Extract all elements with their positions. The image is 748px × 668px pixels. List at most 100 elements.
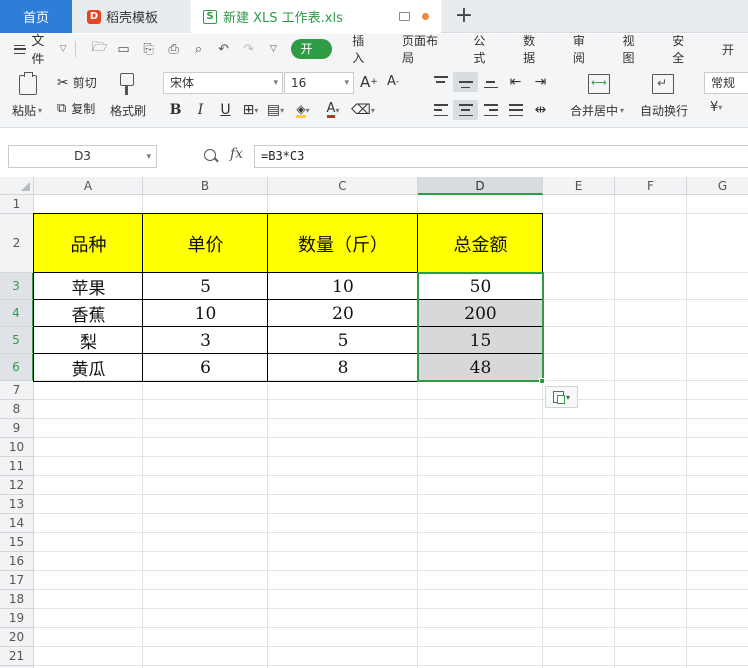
row-header[interactable]: 15 (0, 533, 34, 552)
tab-template[interactable]: D 稻壳模板 (73, 0, 189, 33)
file-menu[interactable]: 文件 ▽ (31, 30, 66, 68)
save-icon[interactable]: ▭ (117, 42, 131, 57)
align-bottom-icon[interactable] (478, 72, 503, 92)
auto-wrap-button[interactable]: 自动换行 (640, 102, 688, 119)
autofill-options-button[interactable]: ▾ (545, 386, 578, 408)
export-pdf-icon[interactable]: ⎘ (142, 42, 156, 57)
increase-font-icon[interactable]: A + (360, 73, 378, 91)
table-header-cell[interactable]: 数量（斤） (268, 214, 418, 273)
row-header[interactable]: 17 (0, 571, 34, 590)
table-cell[interactable]: 5 (268, 327, 418, 354)
copy-button[interactable]: ⧉ 复制 (57, 100, 95, 117)
column-header-c[interactable]: C (268, 177, 418, 195)
column-header-d[interactable]: D (418, 177, 543, 195)
monitor-icon[interactable] (399, 12, 410, 21)
formula-input[interactable]: =B3*C3 (254, 145, 748, 168)
distributed-align-icon[interactable]: ⇹ (528, 100, 553, 120)
name-box[interactable]: D3 ▾ (8, 145, 157, 168)
table-cell[interactable]: 48 (418, 354, 543, 381)
cut-button[interactable]: ✂ 剪切 (57, 74, 97, 91)
table-header-cell[interactable]: 品种 (34, 214, 143, 273)
merge-center-icon[interactable] (588, 74, 610, 94)
table-cell[interactable]: 梨 (34, 327, 143, 354)
align-left-icon[interactable] (428, 100, 453, 120)
italic-icon[interactable]: I (188, 100, 213, 120)
column-header-b[interactable]: B (143, 177, 268, 195)
tab-home[interactable]: 首页 (0, 0, 72, 33)
merge-center-button[interactable]: 合并居中 ▾ (570, 102, 624, 119)
table-cell[interactable]: 10 (143, 300, 268, 327)
row-header[interactable]: 10 (0, 438, 34, 457)
row-header[interactable]: 19 (0, 609, 34, 628)
underline-icon[interactable]: U (213, 100, 238, 120)
border-icon[interactable]: ⊞ ▾ (238, 100, 263, 120)
row-header[interactable]: 2 (0, 214, 34, 273)
row-header[interactable]: 20 (0, 628, 34, 647)
hamburger-icon[interactable] (14, 44, 27, 54)
tab-file[interactable]: S 新建 XLS 工作表.xls (191, 0, 441, 33)
print-icon[interactable]: ⎙ (167, 42, 181, 57)
row-header[interactable]: 16 (0, 552, 34, 571)
active-cell[interactable]: 50 (418, 273, 543, 300)
row-header[interactable]: 4 (0, 300, 34, 327)
table-header-cell[interactable]: 总金额 (418, 214, 543, 273)
decrease-font-icon[interactable]: A- (387, 74, 399, 89)
row-header[interactable]: 11 (0, 457, 34, 476)
fill-handle[interactable] (539, 378, 545, 384)
justify-icon[interactable] (503, 100, 528, 120)
tab-view[interactable]: 视图 (609, 32, 659, 66)
zoom-icon[interactable] (204, 149, 216, 161)
open-folder-icon[interactable]: 🗁 (92, 38, 108, 60)
row-header[interactable]: 14 (0, 514, 34, 533)
auto-wrap-icon[interactable] (652, 74, 674, 94)
number-format-select[interactable]: 常规 (704, 72, 748, 94)
column-header-g[interactable]: G (687, 177, 748, 195)
table-cell[interactable]: 10 (268, 273, 418, 300)
table-cell[interactable]: 15 (418, 327, 543, 354)
format-painter-icon[interactable] (120, 73, 134, 95)
new-tab-button[interactable]: + (452, 3, 476, 28)
select-all-corner[interactable] (0, 177, 34, 195)
column-header-e[interactable]: E (543, 177, 615, 195)
column-header-a[interactable]: A (34, 177, 143, 195)
tab-formulas[interactable]: 公式 (459, 32, 509, 66)
cell-style-icon[interactable]: ▤ ▾ (263, 100, 288, 120)
paste-button[interactable]: 粘贴 ▾ (12, 102, 42, 119)
table-cell[interactable]: 苹果 (34, 273, 143, 300)
currency-format-icon[interactable]: ¥ ▾ (710, 100, 722, 115)
insert-function-icon[interactable]: fx (230, 146, 243, 162)
font-color-icon[interactable]: A ▾ (318, 100, 348, 120)
row-header[interactable]: 8 (0, 400, 34, 419)
font-size-select[interactable]: 16 ▾ (284, 72, 354, 94)
table-cell[interactable]: 3 (143, 327, 268, 354)
row-header[interactable]: 5 (0, 327, 34, 354)
spreadsheet-grid[interactable]: A B C D E F G 1 2 3 4 5 6 7 8 9 10 11 12… (0, 177, 748, 668)
align-center-icon[interactable] (453, 100, 478, 120)
row-header[interactable]: 3 (0, 273, 34, 300)
bold-icon[interactable]: B (163, 100, 188, 120)
increase-indent-icon[interactable]: ⇥ (528, 72, 553, 92)
table-cell[interactable]: 香蕉 (34, 300, 143, 327)
table-cell[interactable]: 6 (143, 354, 268, 381)
align-middle-icon[interactable] (453, 72, 478, 92)
format-painter-button[interactable]: 格式刷 (110, 102, 146, 119)
clear-format-icon[interactable]: ⌫ ▾ (348, 100, 378, 120)
row-header[interactable]: 7 (0, 381, 34, 400)
align-top-icon[interactable] (428, 72, 453, 92)
tab-insert[interactable]: 插入 (338, 32, 388, 66)
row-header[interactable]: 12 (0, 476, 34, 495)
table-cell[interactable]: 黄瓜 (34, 354, 143, 381)
row-header[interactable]: 21 (0, 647, 34, 666)
tab-security[interactable]: 安全 (658, 32, 708, 66)
table-cell[interactable]: 5 (143, 273, 268, 300)
undo-icon[interactable]: ↶ (217, 42, 231, 57)
table-cell[interactable]: 200 (418, 300, 543, 327)
redo-icon[interactable]: ↷ (242, 42, 256, 57)
tab-review[interactable]: 审阅 (559, 32, 609, 66)
print-preview-icon[interactable]: ⌕ (192, 42, 206, 57)
row-header[interactable]: 13 (0, 495, 34, 514)
column-header-f[interactable]: F (615, 177, 687, 195)
fill-color-icon[interactable]: ◈ ▾ (288, 100, 318, 120)
table-cell[interactable]: 8 (268, 354, 418, 381)
table-cell[interactable]: 20 (268, 300, 418, 327)
